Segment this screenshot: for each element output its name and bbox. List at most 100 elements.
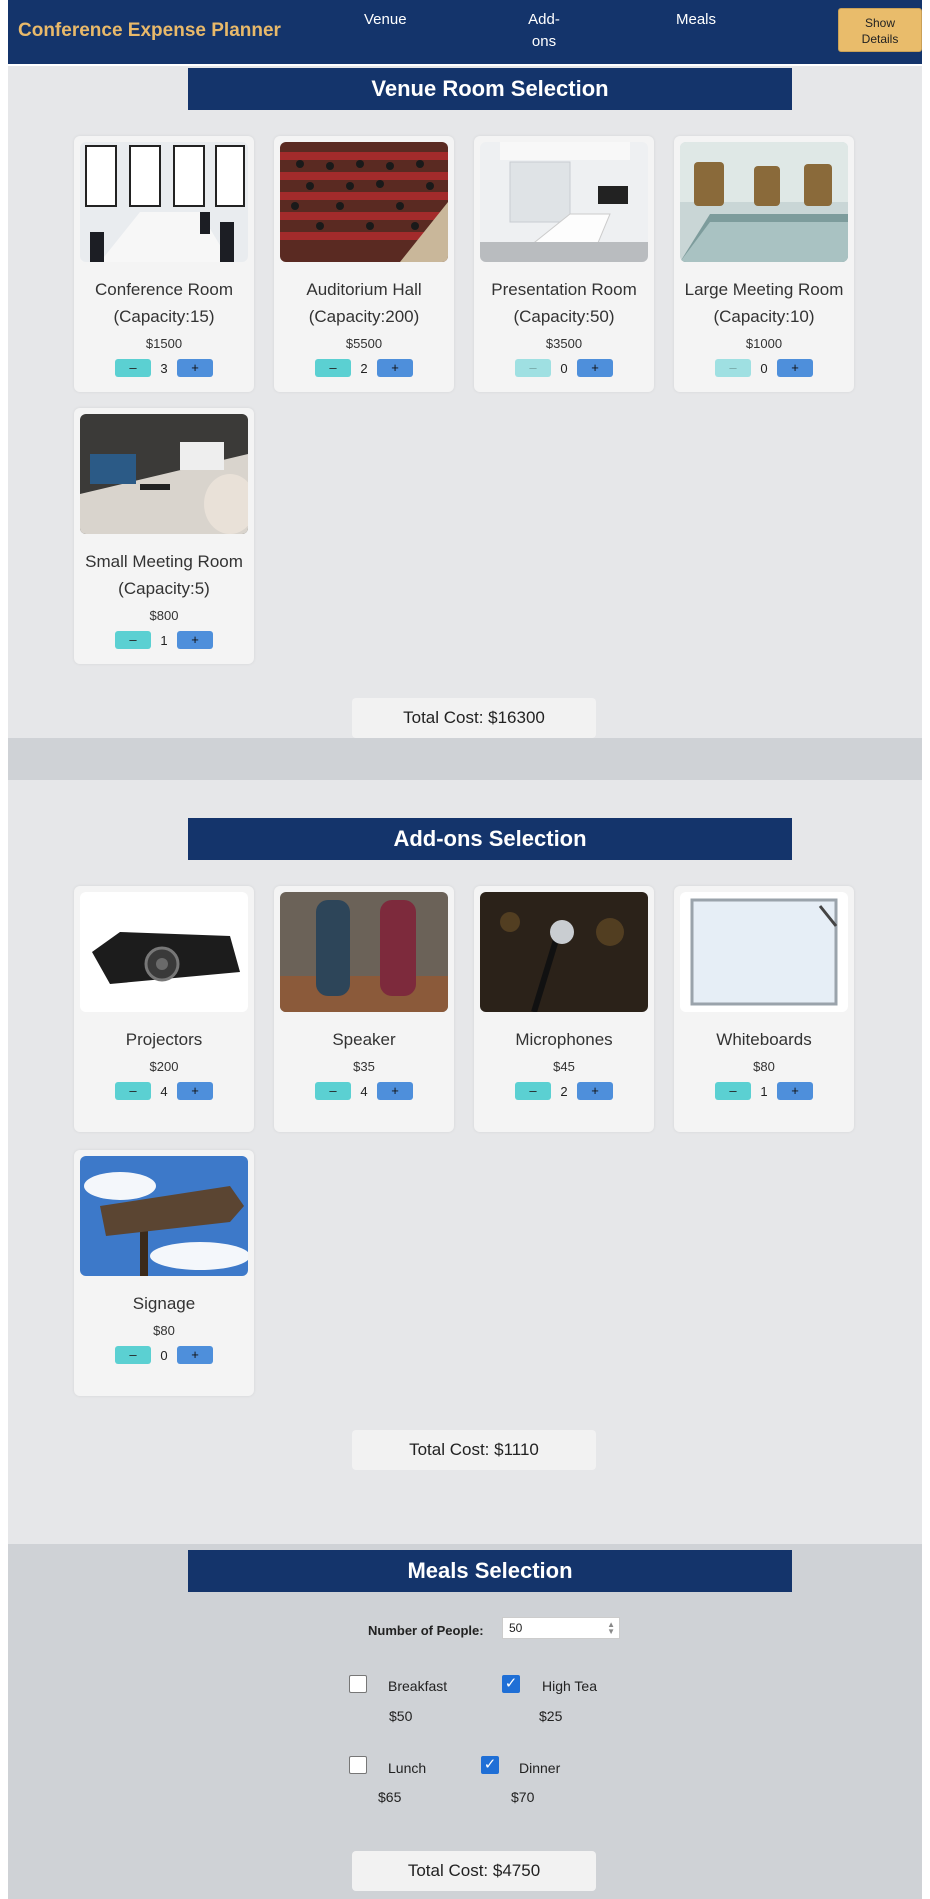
breakfast-checkbox[interactable]: [349, 1675, 367, 1693]
meals-section-title: Meals Selection: [188, 1550, 792, 1592]
venue-name: Auditorium Hall (Capacity:200): [306, 280, 422, 326]
lunch-checkbox[interactable]: [349, 1756, 367, 1774]
quantity-value: 2: [560, 1083, 568, 1099]
increment-button[interactable]: +: [777, 1082, 813, 1100]
high-tea-checkbox[interactable]: ✓: [502, 1675, 520, 1693]
addon-name: Microphones: [515, 1030, 613, 1049]
addon-price: $80: [753, 1059, 775, 1074]
quantity-value: 4: [360, 1083, 368, 1099]
addon-name: Speaker: [332, 1030, 396, 1049]
meal-name: Lunch: [388, 1760, 427, 1776]
addon-card: Microphones $45 – 2 +: [474, 886, 654, 1132]
venue-card: Auditorium Hall (Capacity:200) $5500 – 2 …: [274, 136, 454, 392]
venue-section-title: Venue Room Selection: [188, 68, 792, 110]
increment-button[interactable]: +: [577, 359, 613, 377]
speaker-photo: [280, 892, 448, 1012]
venue-card: Small Meeting Room (Capacity:5) $800 – 1 …: [74, 408, 254, 664]
addon-name: Signage: [132, 1294, 196, 1313]
addons-total-cost: Total Cost: $1110: [352, 1430, 596, 1470]
addon-name: Whiteboards: [716, 1030, 812, 1049]
venue-price: $1500: [145, 336, 183, 351]
meal-price: $65: [378, 1789, 402, 1805]
dinner-checkbox[interactable]: ✓: [481, 1756, 499, 1774]
addon-name: Projectors: [125, 1030, 203, 1049]
decrement-button[interactable]: –: [115, 1346, 151, 1364]
addon-card: Projectors $200 – 4 +: [74, 886, 254, 1132]
whiteboard-photo: [680, 892, 848, 1012]
quantity-value: 1: [760, 1083, 768, 1099]
conference-room-photo: [80, 142, 248, 262]
quantity-stepper: – 4 +: [274, 1082, 454, 1100]
decrement-button[interactable]: –: [515, 1082, 551, 1100]
small-meeting-room-photo: [80, 414, 248, 534]
quantity-value: 0: [560, 360, 568, 376]
addon-price: $35: [353, 1059, 375, 1074]
increment-button[interactable]: +: [377, 1082, 413, 1100]
decrement-button[interactable]: –: [715, 1082, 751, 1100]
venue-name: Small Meeting Room (Capacity:5): [85, 552, 243, 598]
show-details-button[interactable]: Show Details: [838, 8, 922, 52]
addon-price: $45: [553, 1059, 575, 1074]
quantity-value: 1: [160, 632, 168, 648]
venue-name: Conference Room (Capacity:15): [95, 280, 233, 326]
quantity-stepper: – 0 +: [474, 359, 654, 377]
microphone-photo: [480, 892, 648, 1012]
quantity-value: 0: [160, 1347, 168, 1363]
venue-card: Large Meeting Room (Capacity:10) $1000 – …: [674, 136, 854, 392]
venue-price: $3500: [545, 336, 583, 351]
number-of-people-label: Number of People:: [368, 1623, 484, 1638]
quantity-stepper: – 3 +: [74, 359, 254, 377]
number-of-people-input[interactable]: 50 ▲ ▼: [502, 1617, 620, 1639]
projector-photo: [80, 892, 248, 1012]
venue-card: Conference Room (Capacity:15) $1500 – 3 +: [74, 136, 254, 392]
decrement-button[interactable]: –: [115, 1082, 151, 1100]
addon-card: Signage $80 – 0 +: [74, 1150, 254, 1396]
meal-name: High Tea: [542, 1678, 598, 1694]
increment-button[interactable]: +: [177, 1082, 213, 1100]
meal-name: Dinner: [519, 1760, 561, 1776]
addon-card: Speaker $35 – 4 +: [274, 886, 454, 1132]
venue-total-cost: Total Cost: $16300: [352, 698, 596, 738]
increment-button[interactable]: +: [177, 631, 213, 649]
quantity-stepper: – 1 +: [74, 631, 254, 649]
decrement-button[interactable]: –: [315, 1082, 351, 1100]
app-frame: Conference Expense Planner Venue Add-ons…: [8, 0, 922, 1899]
venue-card: Presentation Room (Capacity:50) $3500 – 0…: [474, 136, 654, 392]
addon-price: $200: [149, 1059, 179, 1074]
increment-button[interactable]: +: [577, 1082, 613, 1100]
meal-price: $70: [511, 1789, 535, 1805]
large-meeting-room-photo: [680, 142, 848, 262]
increment-button[interactable]: +: [177, 359, 213, 377]
addon-price: $80: [153, 1323, 175, 1338]
nav-link-addons[interactable]: Add-ons: [520, 9, 568, 53]
decrement-button[interactable]: –: [315, 359, 351, 377]
quantity-stepper: – 2 +: [474, 1082, 654, 1100]
venue-price: $5500: [345, 336, 383, 351]
quantity-stepper: – 1 +: [674, 1082, 854, 1100]
navbar: Conference Expense Planner Venue Add-ons…: [8, 0, 922, 66]
nav-link-venue[interactable]: Venue: [364, 9, 407, 31]
meals-total-cost: Total Cost: $4750: [352, 1851, 596, 1891]
venue-name: Large Meeting Room (Capacity:10): [684, 280, 844, 326]
nav-link-meals[interactable]: Meals: [676, 9, 716, 31]
venue-name: Presentation Room (Capacity:50): [491, 280, 637, 326]
decrement-button[interactable]: –: [115, 359, 151, 377]
spinner-icon[interactable]: ▲ ▼: [607, 1621, 615, 1636]
auditorium-photo: [280, 142, 448, 262]
number-of-people-value: 50: [509, 1621, 523, 1635]
quantity-value: 0: [760, 360, 768, 376]
quantity-value: 3: [160, 360, 168, 376]
increment-button[interactable]: +: [177, 1346, 213, 1364]
meal-price: $50: [389, 1708, 413, 1724]
brand-title[interactable]: Conference Expense Planner: [18, 20, 281, 42]
decrement-button[interactable]: –: [115, 631, 151, 649]
decrement-button[interactable]: –: [515, 359, 551, 377]
quantity-stepper: – 0 +: [74, 1346, 254, 1364]
presentation-room-photo: [480, 142, 648, 262]
decrement-button[interactable]: –: [715, 359, 751, 377]
quantity-value: 4: [160, 1083, 168, 1099]
addons-section-title: Add-ons Selection: [188, 818, 792, 860]
quantity-stepper: – 2 +: [274, 359, 454, 377]
increment-button[interactable]: +: [377, 359, 413, 377]
increment-button[interactable]: +: [777, 359, 813, 377]
